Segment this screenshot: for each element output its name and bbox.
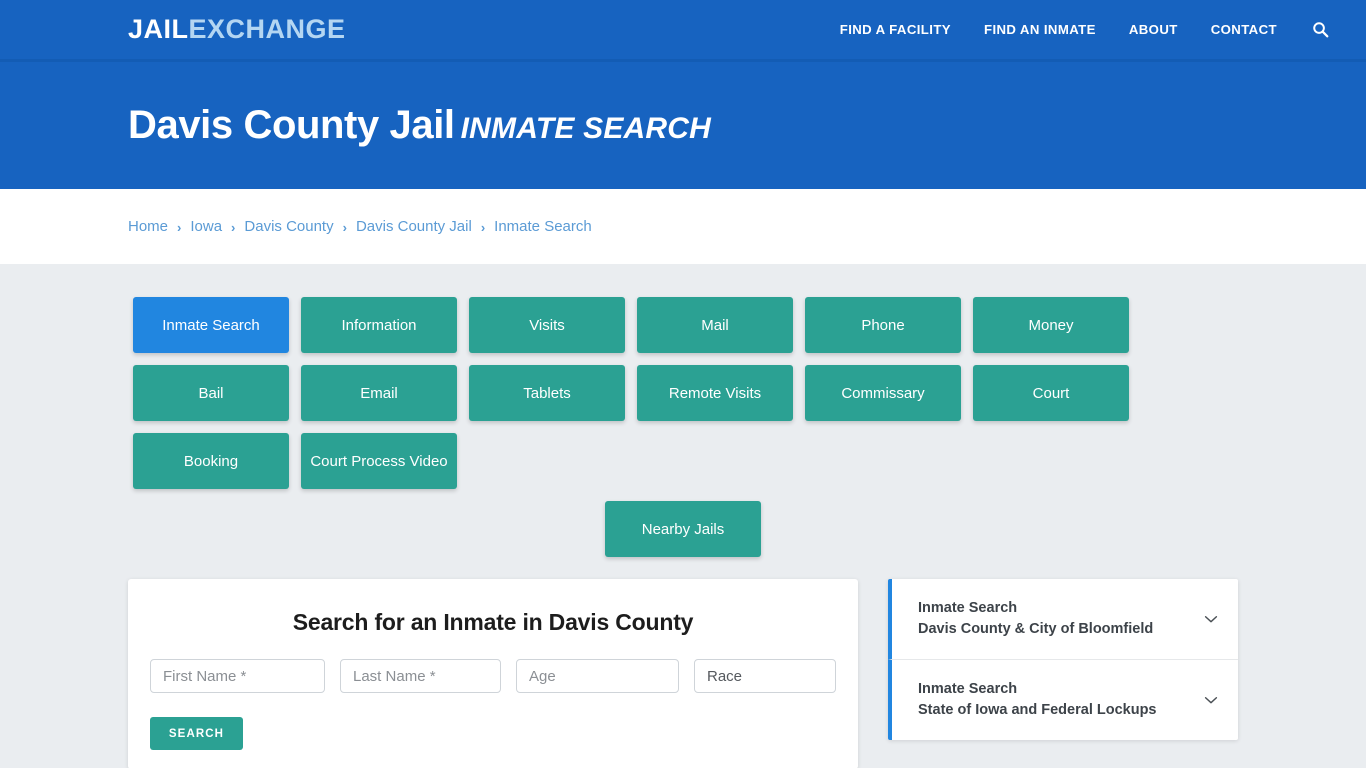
chevron-down-icon[interactable] [1202,610,1220,628]
breadcrumb-separator-icon: › [342,220,347,235]
search-fields-row: Race [150,659,836,693]
page-body: Inmate Search Information Visits Mail Ph… [0,264,1366,768]
breadcrumb-item-davis-county[interactable]: Davis County [244,218,333,235]
tab-visits[interactable]: Visits [469,297,625,353]
accordion-item-text: Inmate Search State of Iowa and Federal … [918,679,1202,721]
inmate-search-card: Search for an Inmate in Davis County Rac… [128,579,858,768]
tab-money[interactable]: Money [973,297,1129,353]
page-title-main: Davis County Jail [128,103,455,147]
tab-inmate-search[interactable]: Inmate Search [133,297,289,353]
left-column: Search for an Inmate in Davis County Rac… [128,579,858,768]
breadcrumb-separator-icon: › [480,220,486,235]
tab-row-third: Nearby Jails [133,501,1233,557]
breadcrumb-item-home[interactable]: Home [128,218,168,235]
site-logo[interactable]: JAILEXCHANGE [128,16,346,43]
breadcrumb-item-iowa[interactable]: Iowa [190,218,222,235]
tab-booking[interactable]: Booking [133,433,289,489]
breadcrumb-item-inmate-search[interactable]: Inmate Search [494,218,592,235]
tab-bail[interactable]: Bail [133,365,289,421]
tab-court[interactable]: Court [973,365,1129,421]
search-submit-button[interactable]: SEARCH [150,717,243,750]
facility-tab-group: Inmate Search Information Visits Mail Ph… [133,264,1233,557]
inmate-search-accordion: Inmate Search Davis County & City of Blo… [888,579,1238,741]
nav-item-find-an-inmate[interactable]: FIND AN INMATE [984,22,1096,37]
accordion-item-subtitle: State of Iowa and Federal Lockups [918,702,1157,719]
right-column: Inmate Search Davis County & City of Blo… [888,579,1238,741]
tab-nearby-jails[interactable]: Nearby Jails [605,501,761,557]
tab-commissary[interactable]: Commissary [805,365,961,421]
nav-item-contact[interactable]: CONTACT [1211,22,1277,37]
nav-item-find-a-facility[interactable]: FIND A FACILITY [840,22,951,37]
accordion-item-title: Inmate Search [918,681,1018,698]
accordion-item-title: Inmate Search [918,600,1018,616]
tab-email[interactable]: Email [301,365,457,421]
logo-text-secondary: EXCHANGE [188,14,346,44]
nav-item-about[interactable]: ABOUT [1129,22,1178,37]
race-select[interactable]: Race [694,659,836,693]
tab-tablets[interactable]: Tablets [469,365,625,421]
page-title: Davis County Jail INMATE SEARCH [128,103,711,148]
tab-information[interactable]: Information [301,297,457,353]
search-card-title: Search for an Inmate in Davis County [292,609,694,635]
accordion-item-text: Inmate Search Davis County & City of Blo… [918,598,1202,640]
last-name-input[interactable] [340,659,501,693]
age-input[interactable] [516,659,679,693]
tab-phone[interactable]: Phone [805,297,961,353]
logo-text-primary: JAIL [128,14,189,44]
breadcrumb-separator-icon: › [231,220,236,235]
first-name-input[interactable] [150,659,325,693]
search-icon[interactable] [1310,20,1330,40]
accordion-item-state-search[interactable]: Inmate Search State of Iowa and Federal … [888,660,1238,741]
breadcrumb-item-davis-county-jail[interactable]: Davis County Jail [356,218,472,235]
tab-mail[interactable]: Mail [637,297,793,353]
tab-court-process-video[interactable]: Court Process Video [301,433,457,489]
breadcrumb-separator-icon: › [177,220,182,235]
accordion-item-county-search[interactable]: Inmate Search Davis County & City of Blo… [888,579,1238,661]
breadcrumb: Home › Iowa › Davis County › Davis Count… [128,218,592,235]
breadcrumb-bar: Home › Iowa › Davis County › Davis Count… [0,189,1366,264]
page-title-sub: INMATE SEARCH [460,112,712,145]
hero-banner: Davis County Jail INMATE SEARCH [0,62,1366,189]
chevron-down-icon[interactable] [1202,691,1220,709]
accordion-item-subtitle: Davis County & City of Bloomfield [918,621,1154,638]
main-navigation: FIND A FACILITY FIND AN INMATE ABOUT CON… [840,20,1366,40]
main-content: Search for an Inmate in Davis County Rac… [128,557,1238,768]
tab-remote-visits[interactable]: Remote Visits [637,365,793,421]
site-header: JAILEXCHANGE FIND A FACILITY FIND AN INM… [0,0,1366,62]
